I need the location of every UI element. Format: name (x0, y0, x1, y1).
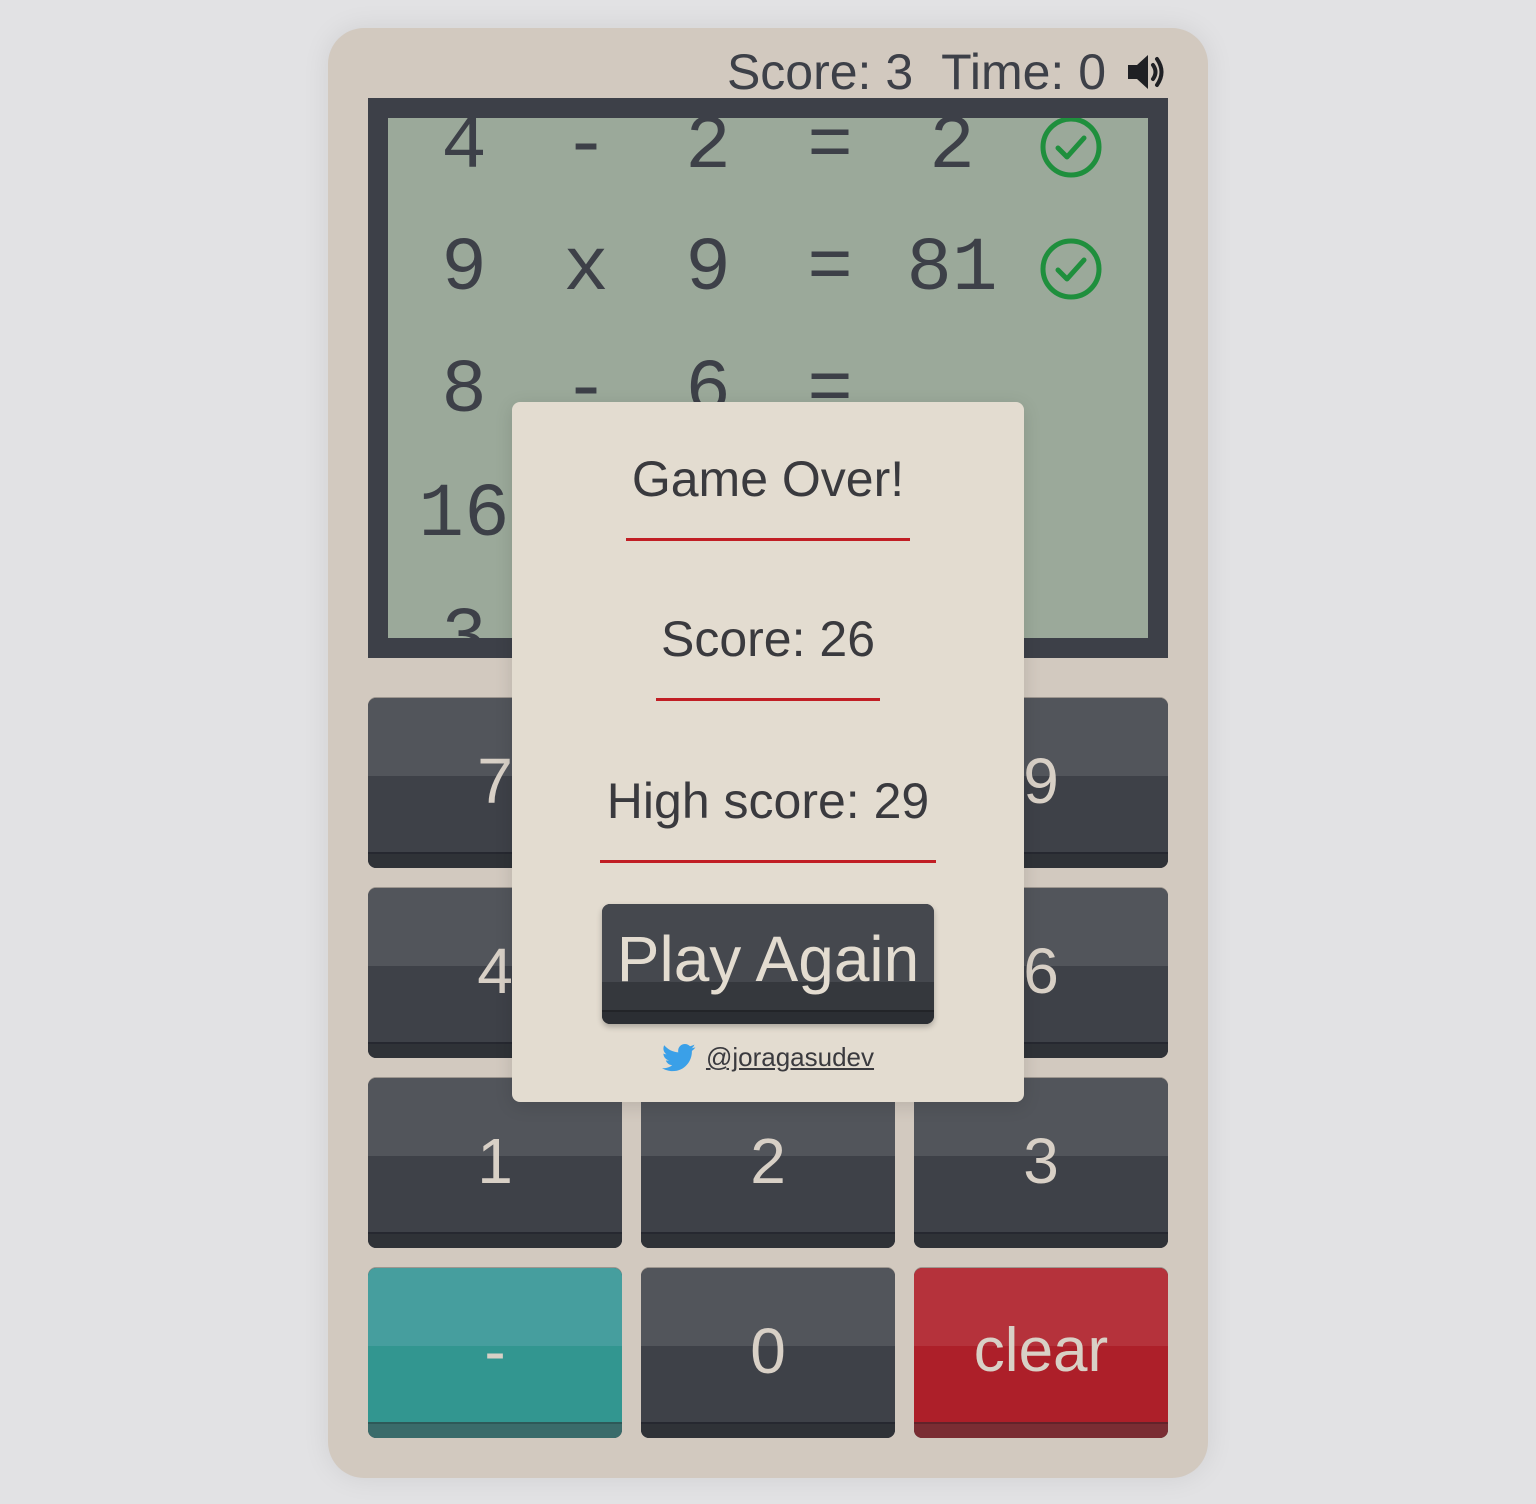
answer: 2 (929, 118, 975, 190)
key-2[interactable]: 2 (641, 1078, 895, 1248)
game-over-modal: Game Over! Score: 26 High score: 29 Play… (512, 402, 1024, 1102)
operand-a: 9 (441, 226, 487, 312)
game-over-title: Game Over! (631, 451, 905, 507)
operator: x (563, 226, 609, 312)
author-credit: @joragasudev (512, 1042, 1024, 1073)
operand-a: 8 (441, 348, 487, 434)
high-score: High score: 29 (606, 773, 930, 829)
author-link[interactable]: @joragasudev (706, 1042, 874, 1073)
key-1[interactable]: 1 (368, 1078, 622, 1248)
time-display: Time: 0 (941, 44, 1106, 100)
check-circle-icon (1040, 238, 1102, 300)
key-3[interactable]: 3 (914, 1078, 1168, 1248)
clear-key[interactable]: clear (914, 1268, 1168, 1438)
status-bar: Score: 3 Time: 0 (328, 42, 1168, 102)
minus-key[interactable]: - (368, 1268, 622, 1438)
high-score-underline (600, 860, 936, 863)
score-display: Score: 3 (726, 44, 914, 100)
twitter-icon (661, 1043, 696, 1071)
score-underline (656, 698, 880, 701)
equation-row: 4 - 2 = 2 (388, 118, 1148, 208)
operand-a: 16 (418, 472, 510, 558)
final-score: Score: 26 (660, 611, 875, 667)
operand-a: 4 (441, 118, 487, 190)
key-0[interactable]: 0 (641, 1268, 895, 1438)
operand-b: 2 (685, 118, 731, 190)
answer: 81 (906, 226, 998, 312)
operand-b: 9 (685, 226, 731, 312)
title-underline (626, 538, 910, 541)
check-circle-icon (1040, 118, 1102, 178)
equation-row: 9 x 9 = 81 (388, 208, 1148, 330)
operand-a: 3 (403, 578, 525, 638)
play-again-button[interactable]: Play Again (602, 904, 934, 1024)
operator: - (563, 118, 609, 190)
equals-sign: = (807, 118, 853, 190)
equals-sign: = (807, 226, 853, 312)
speaker-icon[interactable] (1124, 50, 1168, 94)
